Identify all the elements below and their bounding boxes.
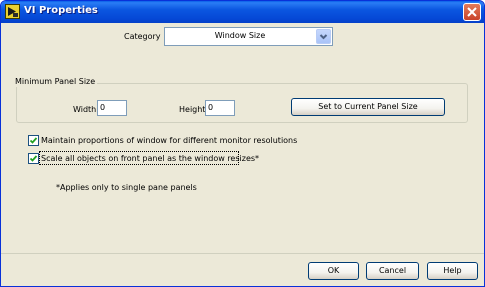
cancel-button[interactable]: Cancel: [366, 262, 419, 280]
category-selected-value: Window Size: [214, 31, 266, 40]
width-input[interactable]: 0: [97, 100, 127, 116]
help-button[interactable]: Help: [427, 262, 478, 280]
height-input[interactable]: 0: [205, 100, 235, 116]
height-label: Height: [179, 105, 206, 114]
scale-objects-label[interactable]: Scale all objects on front panel as the …: [41, 154, 259, 164]
checkmark-icon: [29, 137, 38, 144]
close-icon: [467, 7, 477, 17]
footnote-text: *Applies only to single pane panels: [56, 183, 197, 192]
group-title: Minimum Panel Size: [13, 77, 98, 87]
ok-button[interactable]: OK: [308, 262, 359, 280]
maintain-proportions-label[interactable]: Maintain proportions of window for diffe…: [41, 136, 297, 146]
set-to-current-panel-size-button[interactable]: Set to Current Panel Size: [291, 98, 445, 116]
close-button[interactable]: [463, 3, 481, 21]
scale-objects-checkbox[interactable]: [28, 153, 39, 164]
dialog-window: VI Properties Category Window Size Minim…: [0, 0, 485, 287]
category-label: Category: [124, 32, 161, 41]
title-bar[interactable]: VI Properties: [1, 1, 484, 23]
chevron-down-icon: [319, 34, 328, 40]
dropdown-arrow-button[interactable]: [316, 29, 331, 44]
maintain-proportions-checkbox[interactable]: [28, 135, 39, 146]
checkmark-icon: [29, 155, 38, 162]
width-label: Width: [73, 105, 97, 114]
labview-icon: [5, 4, 20, 19]
window-title: VI Properties: [24, 5, 98, 16]
category-dropdown[interactable]: Window Size: [164, 27, 333, 46]
